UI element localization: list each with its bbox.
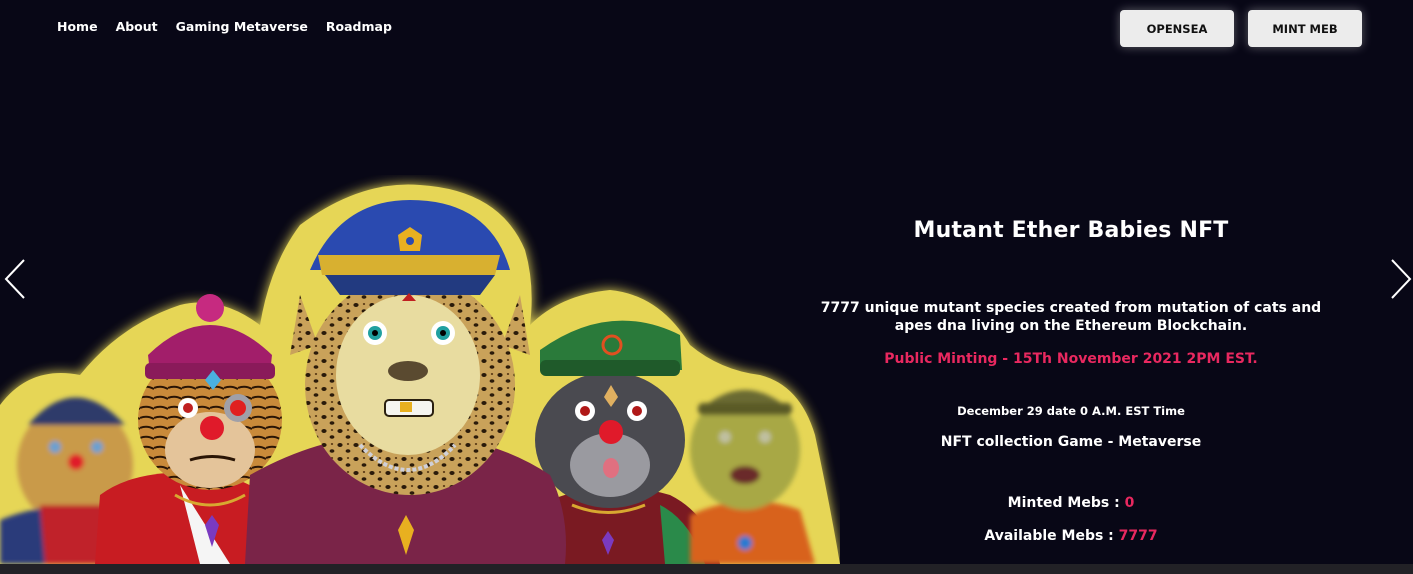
nav-roadmap-link[interactable]: Roadmap (326, 19, 392, 34)
opensea-button[interactable]: OPENSEA (1120, 10, 1234, 47)
main-nav: Home About Gaming Metaverse Roadmap (57, 19, 392, 34)
nav-gaming-metaverse-link[interactable]: Gaming Metaverse (176, 19, 308, 34)
minted-mebs-counter: Minted Mebs : 0 (820, 495, 1322, 511)
event-date-text: December 29 date 0 A.M. EST Time (957, 404, 1185, 418)
minted-mebs-label: Minted Mebs : (1007, 495, 1125, 511)
hero-description-line-1: 7777 unique mutant species created from … (820, 300, 1322, 316)
collection-game-text: NFT collection Game - Metaverse (940, 434, 1202, 450)
nav-home-link[interactable]: Home (57, 19, 98, 34)
public-minting-notice: Public Minting - 15Th November 2021 2PM … (884, 351, 1258, 367)
hero-description: 7777 unique mutant species created from … (820, 299, 1322, 335)
available-mebs-label: Available Mebs : (984, 528, 1119, 544)
page-title: Mutant Ether Babies NFT (913, 218, 1229, 243)
available-mebs-counter: Available Mebs : 7777 (820, 528, 1322, 544)
minted-mebs-value: 0 (1124, 495, 1135, 511)
nav-about-link[interactable]: About (116, 19, 158, 34)
chevron-right-icon[interactable] (1389, 258, 1413, 300)
hero-page: Home About Gaming Metaverse Roadmap OPEN… (0, 0, 1413, 574)
bottom-divider-bar (0, 564, 1413, 574)
nft-characters-illustration (0, 184, 840, 564)
mint-meb-button[interactable]: MINT MEB (1248, 10, 1362, 47)
hero-description-line-2: apes dna living on the Ethereum Blockcha… (894, 318, 1248, 334)
available-mebs-value: 7777 (1118, 528, 1158, 544)
